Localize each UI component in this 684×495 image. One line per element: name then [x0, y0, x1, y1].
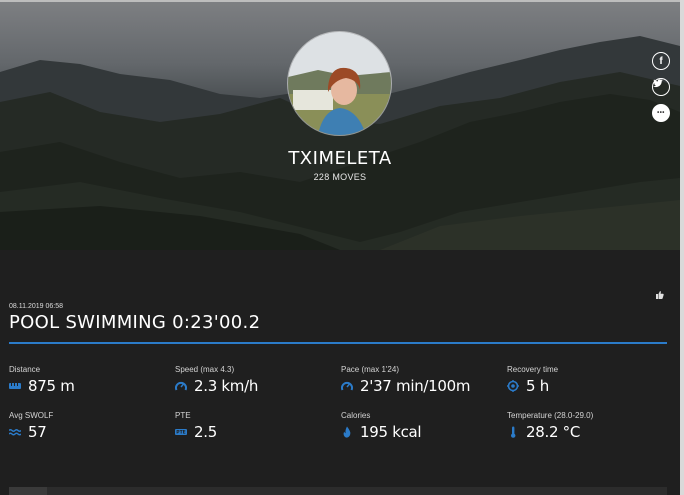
window-edge: [680, 0, 684, 495]
stat-label: Temperature (28.0-29.0): [507, 411, 594, 420]
stat-value: 57: [28, 423, 47, 441]
more-icon: •••: [657, 110, 665, 116]
stat-recovery-time: Recovery time 5 h: [507, 365, 559, 395]
stat-label: Calories: [341, 411, 371, 420]
stat-value-row: 2'37 min/100m: [341, 377, 471, 395]
stat-value: 28.2 °C: [526, 423, 581, 441]
stat-value-row: 57: [9, 423, 47, 441]
stat-label: Distance: [9, 365, 41, 374]
stat-label: Speed (max 4.3): [175, 365, 235, 374]
stat-value-row: 5 h: [507, 377, 549, 395]
distance-icon: [9, 383, 21, 389]
more-options-button[interactable]: •••: [652, 104, 670, 122]
waves-icon: [9, 429, 21, 436]
target-icon: [507, 380, 519, 392]
thumbs-up-icon[interactable]: [655, 290, 664, 299]
stat-value: 2'37 min/100m: [360, 377, 471, 395]
move-title: POOL SWIMMING 0:23'00.2: [9, 312, 261, 333]
profile-picture: [288, 32, 391, 135]
facebook-icon: f: [659, 55, 663, 67]
stat-avg-swolf: Avg SWOLF 57: [9, 411, 54, 441]
speedometer-icon: [175, 381, 187, 391]
stat-value-row: 28.2 °C: [507, 423, 580, 441]
speedometer-icon: [341, 381, 353, 391]
move-details-panel: 08.11.2019 06:58 POOL SWIMMING 0:23'00.2…: [0, 250, 680, 495]
stat-value-row: 875 m: [9, 377, 75, 395]
stat-value-row: 195 kcal: [341, 423, 422, 441]
scrollbar-thumb[interactable]: [9, 487, 47, 495]
title-divider: [9, 342, 667, 344]
pte-icon: PTE: [175, 429, 187, 436]
twitter-share-button[interactable]: [652, 78, 670, 96]
stat-value-row: 2.3 km/h: [175, 377, 258, 395]
stat-label: Pace (max 1'24): [341, 365, 399, 374]
stat-label: Avg SWOLF: [9, 411, 54, 420]
facebook-share-button[interactable]: f: [652, 52, 670, 70]
svg-text:PTE: PTE: [176, 430, 185, 436]
thermometer-icon: [511, 426, 516, 438]
stat-value: 875 m: [28, 377, 75, 395]
flame-icon: [343, 426, 351, 438]
stat-value: 5 h: [526, 377, 549, 395]
stat-calories: Calories 195 kcal: [341, 411, 422, 441]
cover-photo: TXIMELETA 228 MOVES f •••: [0, 2, 680, 250]
stat-label: PTE: [175, 411, 191, 420]
move-date: 08.11.2019 06:58: [9, 303, 63, 310]
moves-count[interactable]: 228 MOVES: [0, 172, 680, 182]
username[interactable]: TXIMELETA: [0, 148, 680, 169]
stat-temperature: Temperature (28.0-29.0) 28.2 °C: [507, 411, 594, 441]
stat-value: 2.5: [194, 423, 217, 441]
stat-value: 195 kcal: [360, 423, 422, 441]
twitter-icon: [653, 79, 663, 88]
stat-pace: Pace (max 1'24) 2'37 min/100m: [341, 365, 471, 395]
avatar[interactable]: [287, 31, 392, 136]
stat-value: 2.3 km/h: [194, 377, 259, 395]
horizontal-scrollbar[interactable]: [9, 487, 667, 495]
stat-pte: PTE PTE 2.5: [175, 411, 217, 441]
stat-distance: Distance 875 m: [9, 365, 75, 395]
stat-value-row: PTE 2.5: [175, 423, 217, 441]
stat-label: Recovery time: [507, 365, 559, 374]
stat-speed: Speed (max 4.3) 2.3 km/h: [175, 365, 258, 395]
